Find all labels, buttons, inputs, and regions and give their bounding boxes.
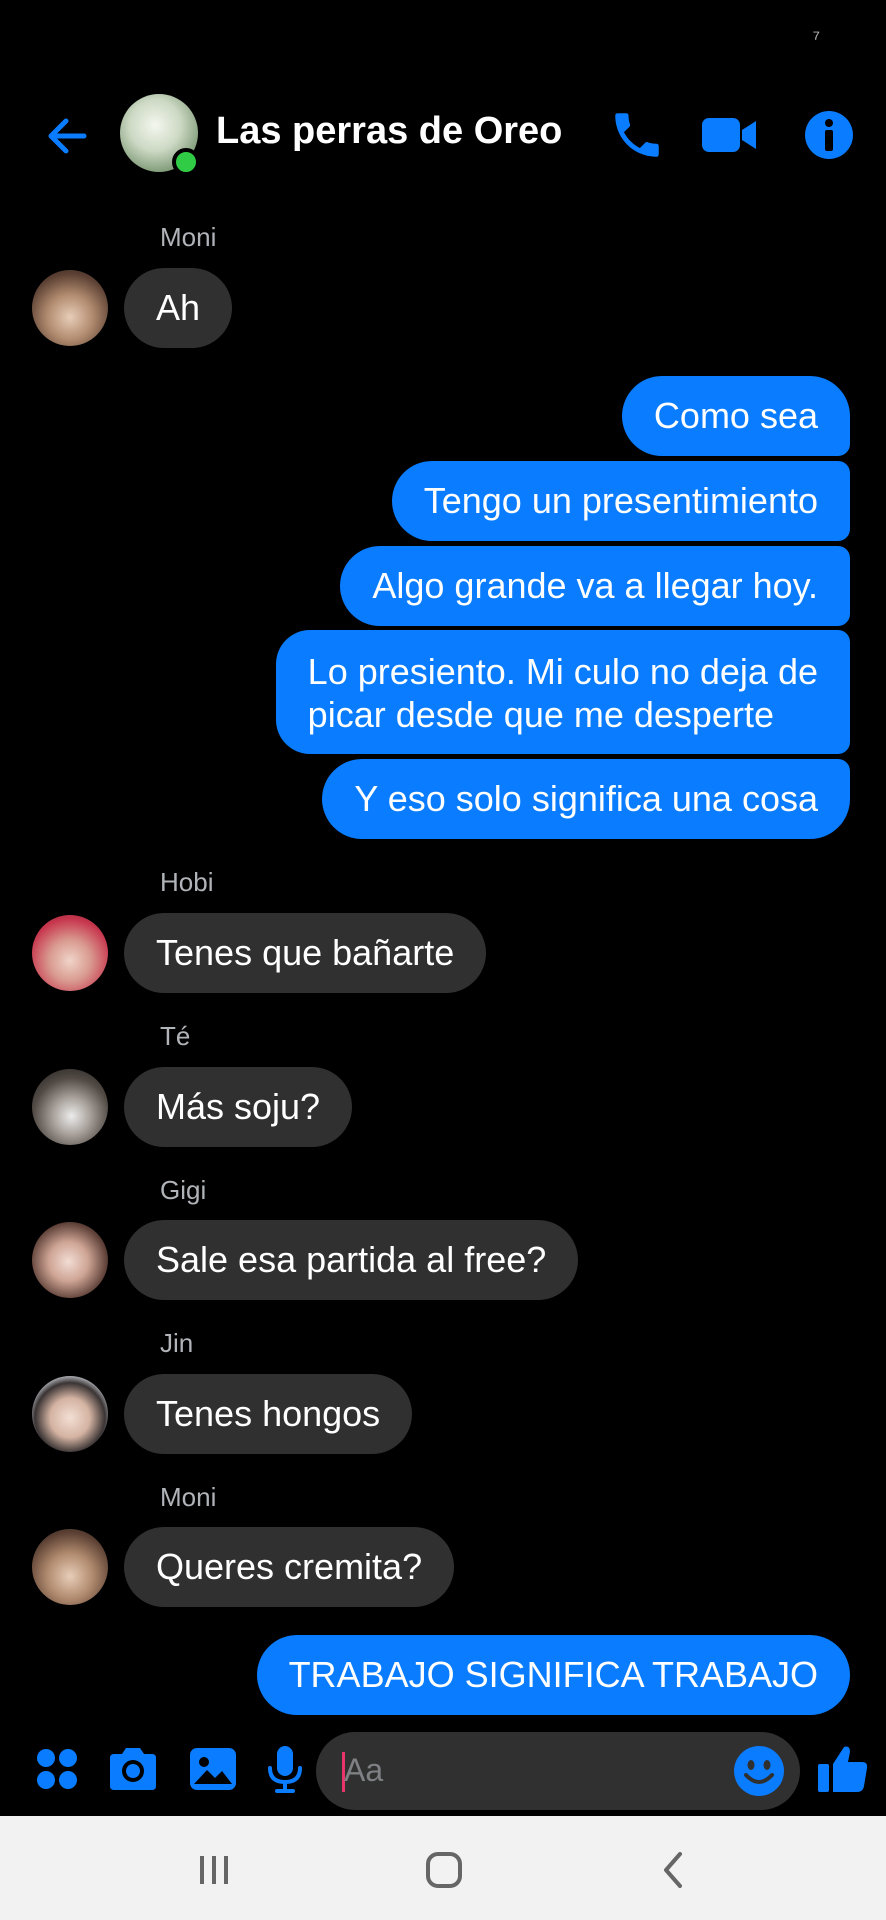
info-button[interactable] <box>800 106 858 164</box>
phone-icon <box>615 113 659 157</box>
incoming-message[interactable]: Más soju? <box>124 1067 353 1147</box>
outgoing-message[interactable]: Tengo un presentimiento <box>391 461 850 541</box>
emoji-button[interactable] <box>732 1744 786 1798</box>
apps-grid-icon <box>37 1749 77 1789</box>
message-placeholder: Aa <box>344 1752 384 1788</box>
incoming-message[interactable]: Queres cremita? <box>124 1527 455 1607</box>
outgoing-message[interactable]: Como sea <box>621 376 850 456</box>
sender-name: Té <box>160 1021 191 1051</box>
sender-name: Moni <box>160 1482 217 1512</box>
info-icon <box>805 111 853 159</box>
message-composer: Aa <box>0 1720 886 1820</box>
camera-icon <box>110 1748 156 1790</box>
sender-name: Hobi <box>160 867 214 897</box>
recent-apps-button[interactable] <box>186 1842 242 1898</box>
message-line: picar desde que me desperte <box>307 694 774 735</box>
voice-call-button[interactable] <box>608 106 666 164</box>
incoming-message[interactable]: Ah <box>124 268 233 348</box>
like-button[interactable] <box>814 1740 872 1798</box>
gallery-button[interactable] <box>184 1740 242 1798</box>
chat-header: Las perras de Oreo <box>0 86 886 184</box>
avatar-jin[interactable] <box>32 1376 108 1452</box>
back-button[interactable] <box>40 108 96 164</box>
incoming-message[interactable]: Tenes que bañarte <box>124 913 487 993</box>
apps-button[interactable] <box>28 1740 86 1798</box>
sender-name: Gigi <box>160 1175 207 1205</box>
camera-button[interactable] <box>104 1740 162 1798</box>
home-button[interactable] <box>416 1842 472 1898</box>
sender-name: Moni <box>160 222 217 252</box>
outgoing-message[interactable]: Lo presiento. Mi culo no deja de picar d… <box>275 630 850 754</box>
back-arrow-icon <box>48 118 87 154</box>
avatar-gigi[interactable] <box>32 1222 108 1298</box>
nav-back-button[interactable] <box>646 1842 702 1898</box>
status-indicator: ⁷ <box>812 28 820 50</box>
avatar-moni[interactable] <box>32 1529 108 1605</box>
voice-record-button[interactable] <box>256 1740 314 1798</box>
sender-name: Jin <box>160 1328 194 1358</box>
microphone-icon <box>268 1746 302 1793</box>
back-icon <box>664 1852 682 1888</box>
chat-title[interactable]: Las perras de Oreo <box>216 110 562 153</box>
outgoing-message[interactable]: TRABAJO SIGNIFICA TRABAJO <box>256 1635 850 1715</box>
status-bar: ⁷ <box>0 0 886 80</box>
gallery-icon <box>190 1748 236 1790</box>
message-line: Lo presiento. Mi culo no deja de <box>307 651 818 692</box>
outgoing-message[interactable]: Algo grande va a llegar hoy. <box>340 546 850 626</box>
incoming-message[interactable]: Sale esa partida al free? <box>124 1220 579 1300</box>
avatar-moni[interactable] <box>32 270 108 346</box>
home-icon <box>426 1852 462 1888</box>
avatar-te[interactable] <box>32 1069 108 1145</box>
video-camera-icon <box>702 118 756 152</box>
recent-apps-icon <box>200 1856 228 1884</box>
incoming-message[interactable]: Tenes hongos <box>124 1374 413 1454</box>
avatar-hobi[interactable] <box>32 915 108 991</box>
message-input[interactable]: Aa <box>316 1732 800 1810</box>
online-status-dot <box>172 148 200 176</box>
outgoing-message[interactable]: Y eso solo significa una cosa <box>322 759 850 839</box>
video-call-button[interactable] <box>700 106 758 164</box>
system-nav-bar <box>0 1816 886 1920</box>
emoji-icon <box>734 1746 784 1796</box>
thumbs-up-icon <box>818 1746 868 1792</box>
